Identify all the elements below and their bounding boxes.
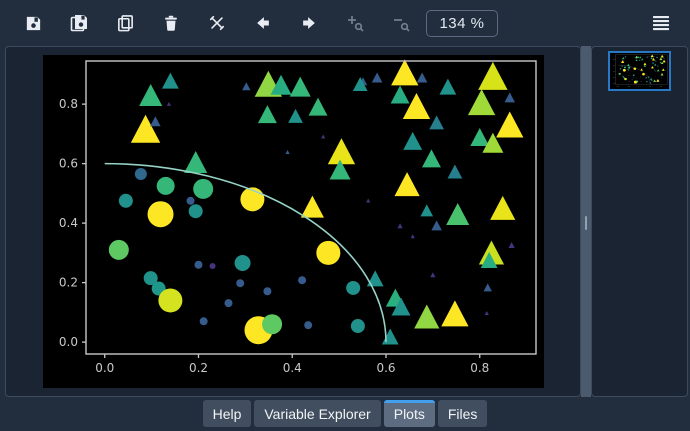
- tab-help[interactable]: Help: [202, 400, 252, 427]
- x-tick-label: 0.6: [376, 361, 395, 375]
- scatter-marker: [632, 74, 635, 77]
- close-all-icon: [209, 15, 225, 31]
- scatter-plot: 0.0 0.2 0.4 0.6 0.8 0.0 0.2 0.4 0.6 0.8: [42, 55, 544, 388]
- plots-pane-content: 0.0 0.2 0.4 0.6 0.8 0.0 0.2 0.4 0.6 0.8 0.0 0.2 0.4…: [0, 46, 690, 397]
- save-all-icon: [70, 15, 87, 32]
- y-tick-label: 0.0: [58, 335, 77, 349]
- scatter-marker: [618, 72, 621, 75]
- figure-canvas: 0.0 0.2 0.4 0.6 0.8 0.0 0.2 0.4 0.6 0.8: [42, 55, 544, 388]
- scatter-marker: [642, 72, 645, 76]
- options-menu-button[interactable]: [644, 5, 678, 41]
- scatter-marker: [350, 319, 365, 334]
- scatter-marker: [624, 77, 627, 81]
- zoom-out-button[interactable]: [378, 5, 424, 41]
- scatter-marker: [640, 76, 641, 78]
- scatter-plot-thumbnail: 0.0 0.2 0.4 0.6 0.80.00.20.40.60.8: [611, 54, 668, 88]
- scatter-marker: [636, 77, 637, 79]
- y-tick-label: 0.6: [58, 157, 77, 171]
- scatter-marker: [345, 280, 360, 295]
- scatter-marker: [234, 254, 251, 271]
- scatter-marker: [192, 178, 213, 199]
- save-plot-button[interactable]: [10, 5, 56, 41]
- scatter-marker: [646, 80, 648, 83]
- scatter-marker: [235, 279, 244, 288]
- scatter-marker: [315, 240, 340, 265]
- scatter-marker: [224, 299, 232, 308]
- arrow-left-icon: [257, 17, 269, 29]
- scatter-marker: [635, 80, 639, 83]
- scatter-marker: [209, 262, 216, 269]
- remove-plot-button[interactable]: [148, 5, 194, 41]
- panel-splitter[interactable]: [581, 46, 591, 397]
- scatter-marker: [186, 196, 195, 205]
- x-tick-label: 0.8: [470, 361, 489, 375]
- splitter-handle-icon: [585, 216, 587, 230]
- scatter-marker: [134, 168, 147, 181]
- scatter-marker: [629, 75, 631, 76]
- scatter-marker: [645, 77, 648, 79]
- scatter-marker: [199, 317, 208, 326]
- x-tick-label: 0.0: [95, 361, 114, 375]
- plot-thumbnail[interactable]: 0.0 0.2 0.4 0.6 0.8 0.0 0.2 0.4 0.6 0.8: [608, 51, 671, 91]
- hamburger-icon: [653, 16, 669, 31]
- scatter-marker: [628, 80, 630, 82]
- tab-files[interactable]: Files: [437, 400, 488, 427]
- scatter-marker: [194, 260, 202, 269]
- copy-icon: [117, 14, 133, 31]
- trash-icon: [165, 15, 177, 31]
- scatter-marker: [157, 288, 182, 313]
- scatter-marker: [627, 69, 630, 71]
- scatter-marker: [118, 193, 133, 208]
- zoom-out-icon: [394, 19, 410, 32]
- plots-toolbar: 134 %: [0, 0, 690, 46]
- scatter-marker: [623, 66, 626, 69]
- scatter-marker: [261, 314, 282, 335]
- next-plot-button[interactable]: [286, 5, 332, 41]
- scatter-marker: [640, 81, 642, 82]
- scatter-marker: [632, 76, 634, 78]
- scatter-marker: [108, 239, 129, 260]
- x-tick-label: 0.2: [188, 361, 207, 375]
- scatter-marker: [156, 176, 175, 195]
- previous-plot-button[interactable]: [240, 5, 286, 41]
- tab-plots[interactable]: Plots: [383, 400, 435, 427]
- zoom-in-icon: [348, 16, 364, 32]
- scatter-marker: [628, 66, 631, 69]
- figure-viewer-panel: 0.0 0.2 0.4 0.6 0.8 0.0 0.2 0.4 0.6 0.8: [5, 46, 581, 397]
- y-tick-label: 0.8: [58, 97, 77, 111]
- copy-image-button[interactable]: [102, 5, 148, 41]
- scatter-marker: [631, 78, 633, 80]
- scatter-marker: [147, 201, 174, 228]
- scatter-marker: [262, 287, 271, 296]
- y-tick-label: 0.2: [58, 276, 77, 290]
- remove-all-plots-button[interactable]: [194, 5, 240, 41]
- tab-variable-explorer[interactable]: Variable Explorer: [254, 400, 381, 427]
- scatter-marker: [622, 68, 626, 72]
- x-tick-label: 0.4: [282, 361, 301, 375]
- scatter-marker: [619, 68, 622, 70]
- scatter-marker: [188, 204, 203, 219]
- scatter-marker: [628, 75, 630, 76]
- save-all-plots-button[interactable]: [56, 5, 102, 41]
- zoom-in-button[interactable]: [332, 5, 378, 41]
- thumbnail-panel: 0.0 0.2 0.4 0.6 0.8 0.0 0.2 0.4 0.6 0.8: [591, 46, 688, 397]
- arrow-right-icon: [303, 17, 315, 29]
- scatter-marker: [621, 65, 623, 67]
- zoom-level-display: 134 %: [426, 9, 498, 37]
- pane-tabbar: Help Variable Explorer Plots Files: [0, 397, 690, 431]
- save-icon: [26, 16, 40, 30]
- scatter-marker: [297, 276, 306, 285]
- scatter-marker: [627, 68, 629, 70]
- scatter-marker: [633, 67, 637, 70]
- y-tick-label: 0.4: [58, 216, 77, 230]
- scatter-marker: [303, 321, 312, 330]
